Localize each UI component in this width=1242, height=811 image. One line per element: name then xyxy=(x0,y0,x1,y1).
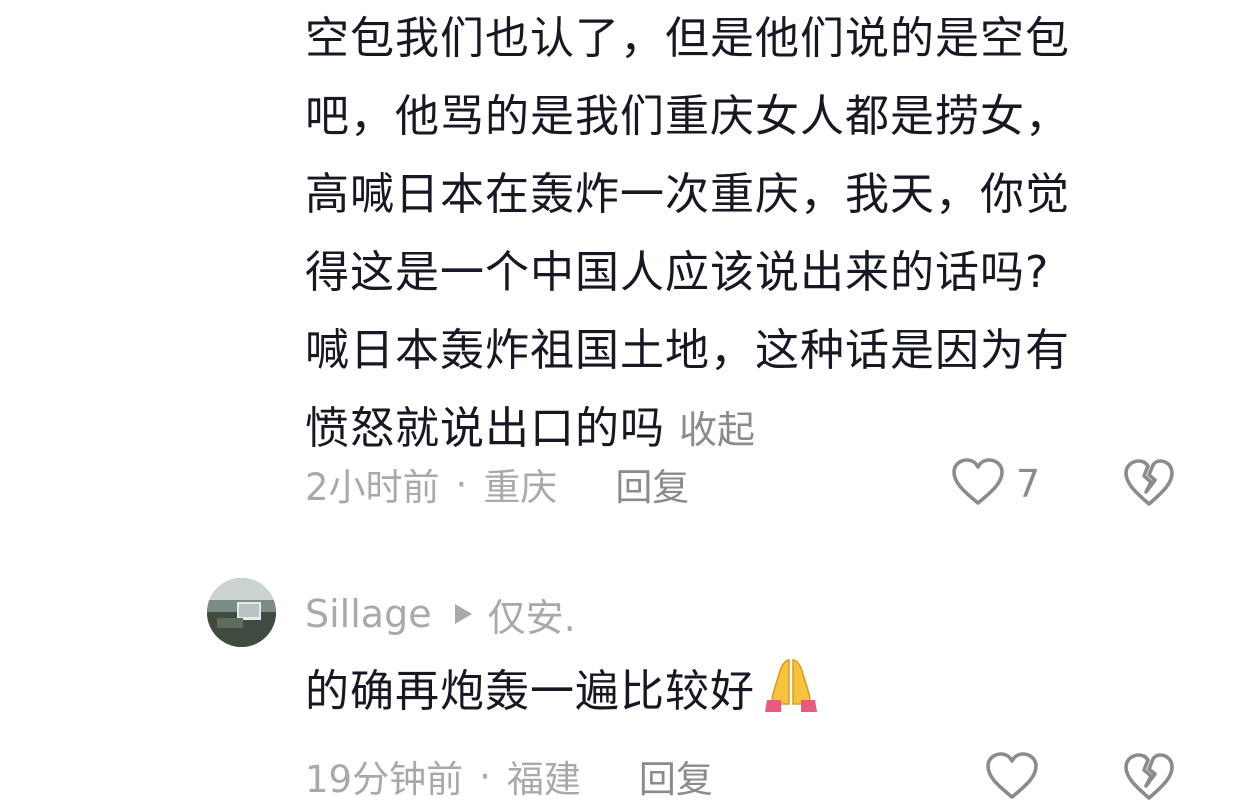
heart-outline-icon xyxy=(984,751,1040,805)
comment-line: 高喊日本在轰炸一次重庆，我天，你觉 xyxy=(305,169,1070,220)
comment-time: 19分钟前 xyxy=(305,758,464,801)
dislike-button[interactable] xyxy=(1122,752,1176,806)
reply-arrow-icon xyxy=(452,592,474,636)
comment-location: 重庆 xyxy=(483,466,558,509)
comment-location: 福建 xyxy=(506,758,581,801)
like-count: 7 xyxy=(1016,462,1041,506)
meta-separator: · xyxy=(479,754,491,798)
folded-hands-icon xyxy=(759,654,823,740)
heart-outline-icon xyxy=(950,457,1006,511)
dislike-button[interactable] xyxy=(1122,458,1176,512)
like-button[interactable]: 7 xyxy=(950,456,1040,512)
reply-button[interactable]: 回复 xyxy=(639,749,713,803)
comment-line: 得这是一个中国人应该说出来的话吗? xyxy=(305,247,1050,298)
comment-meta: 19分钟前 · 福建 回复 xyxy=(305,748,713,804)
avatar[interactable] xyxy=(207,578,276,647)
comment-line: 愤怒就说出口的吗 xyxy=(305,403,665,454)
broken-heart-icon xyxy=(1122,753,1176,806)
reply-button[interactable]: 回复 xyxy=(615,457,689,511)
comment-meta: 2小时前 · 重庆 回复 xyxy=(305,456,689,512)
comment-body: 的确再炮轰一遍比较好 xyxy=(305,666,755,717)
comment-text: 的确再炮轰一遍比较好 xyxy=(305,652,1205,740)
user-row: Sillage 仅安. xyxy=(305,584,576,644)
reply-target-username[interactable]: 仅安. xyxy=(488,587,576,642)
comment-line: 空包我们也认了，但是他们说的是空包 xyxy=(305,13,1070,64)
comment-text: 空包我们也认了，但是他们说的是空包 吧，他骂的是我们重庆女人都是捞女， 高喊日本… xyxy=(305,0,1205,469)
comment-line: 喊日本轰炸祖国土地，这种话是因为有 xyxy=(305,325,1070,376)
comment-time: 2小时前 xyxy=(305,466,440,509)
username[interactable]: Sillage xyxy=(305,592,432,636)
collapse-link[interactable]: 收起 xyxy=(679,408,755,452)
like-button[interactable] xyxy=(984,750,1040,806)
broken-heart-icon xyxy=(1122,459,1176,512)
comment-line: 的确再炮轰一遍比较好 xyxy=(305,652,1205,740)
comment-line: 吧，他骂的是我们重庆女人都是捞女， xyxy=(305,91,1070,142)
meta-separator: · xyxy=(455,462,468,506)
